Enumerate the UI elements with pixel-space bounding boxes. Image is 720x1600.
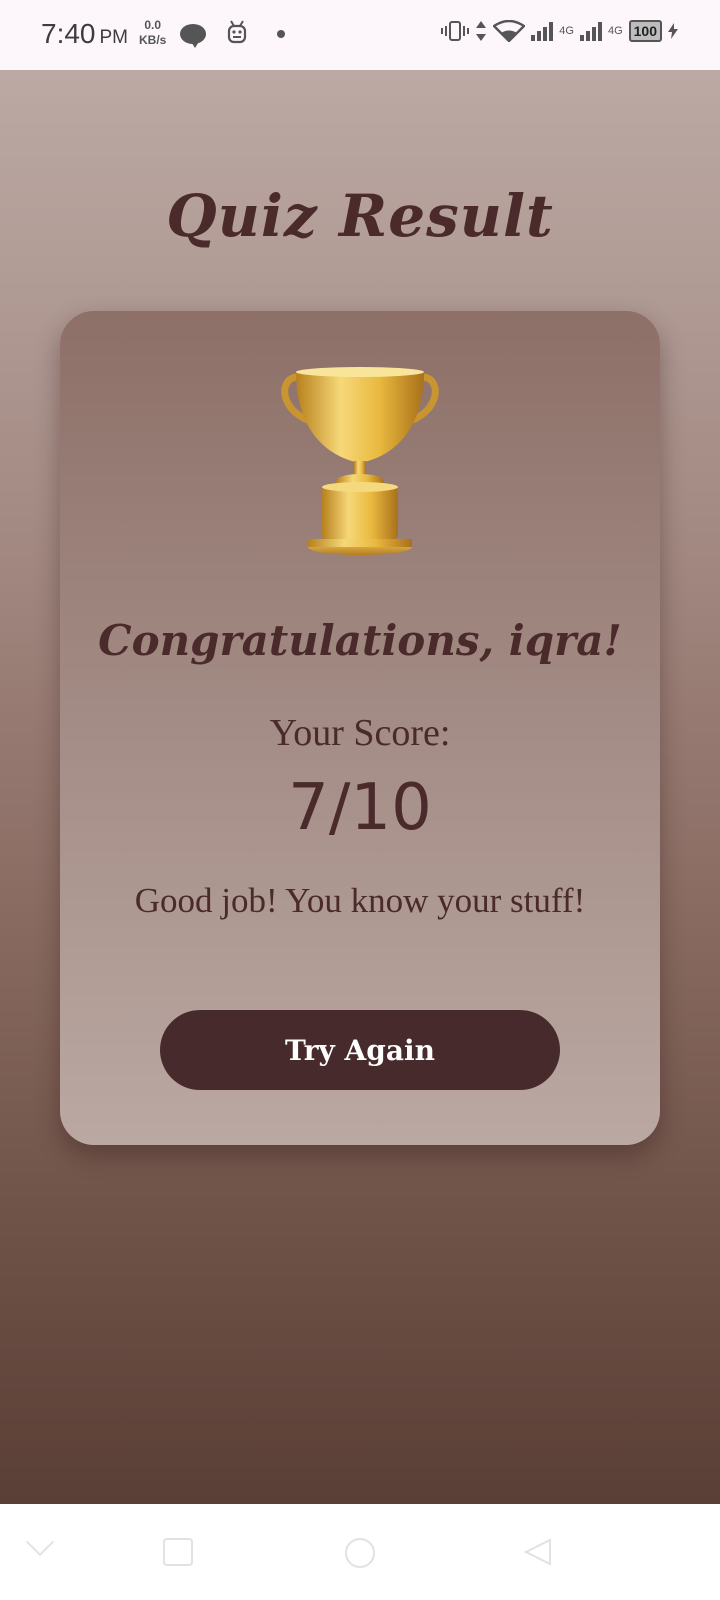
network-speed: 0.0 KB/s — [139, 18, 166, 48]
network-speed-value: 0.0 — [144, 18, 162, 32]
home-circle-icon[interactable] — [345, 1538, 375, 1568]
wifi-icon — [493, 20, 526, 42]
trophy-icon — [281, 367, 439, 555]
result-message: Good job! You know your stuff! — [134, 881, 586, 920]
score-label: Your Score: — [269, 712, 451, 754]
status-time-ampm: PM — [99, 27, 129, 48]
network-type-1: 4G — [559, 25, 574, 37]
network-speed-unit: KB/s — [139, 33, 167, 47]
battery-icon: 100 — [628, 20, 662, 42]
android-icon — [227, 20, 247, 44]
signal-icon — [531, 21, 554, 41]
battery-level: 100 — [633, 23, 657, 39]
dot-icon — [277, 30, 285, 38]
status-time: 7:40 PM — [41, 18, 128, 50]
back-triangle-icon[interactable] — [524, 1538, 552, 1566]
result-card: Congratulations, iqra! Your Score: 7/10 … — [60, 311, 660, 1145]
quiz-result-screen: Quiz Result Congratulations, iqra! Your … — [0, 70, 720, 1504]
status-right-icons: 4G 4G 100 — [441, 20, 678, 42]
score-value: 7/10 — [288, 771, 432, 845]
charging-icon — [668, 23, 678, 39]
chat-bubble-icon — [180, 24, 206, 48]
vibrate-icon — [441, 21, 470, 41]
nav-down-icon[interactable] — [25, 1527, 55, 1557]
recents-square-icon[interactable] — [163, 1538, 193, 1566]
congratulations-text: Congratulations, iqra! — [98, 616, 622, 665]
status-time-value: 7:40 — [41, 18, 96, 49]
data-arrows-icon — [476, 21, 487, 41]
page-title: Quiz Result — [166, 182, 554, 250]
system-navigation-bar — [0, 1504, 720, 1600]
try-again-button[interactable]: Try Again — [160, 1010, 560, 1090]
network-type-2: 4G — [607, 25, 623, 37]
signal-icon — [579, 21, 602, 41]
status-bar: 7:40 PM 0.0 KB/s 4G 4G 100 — [0, 0, 720, 70]
